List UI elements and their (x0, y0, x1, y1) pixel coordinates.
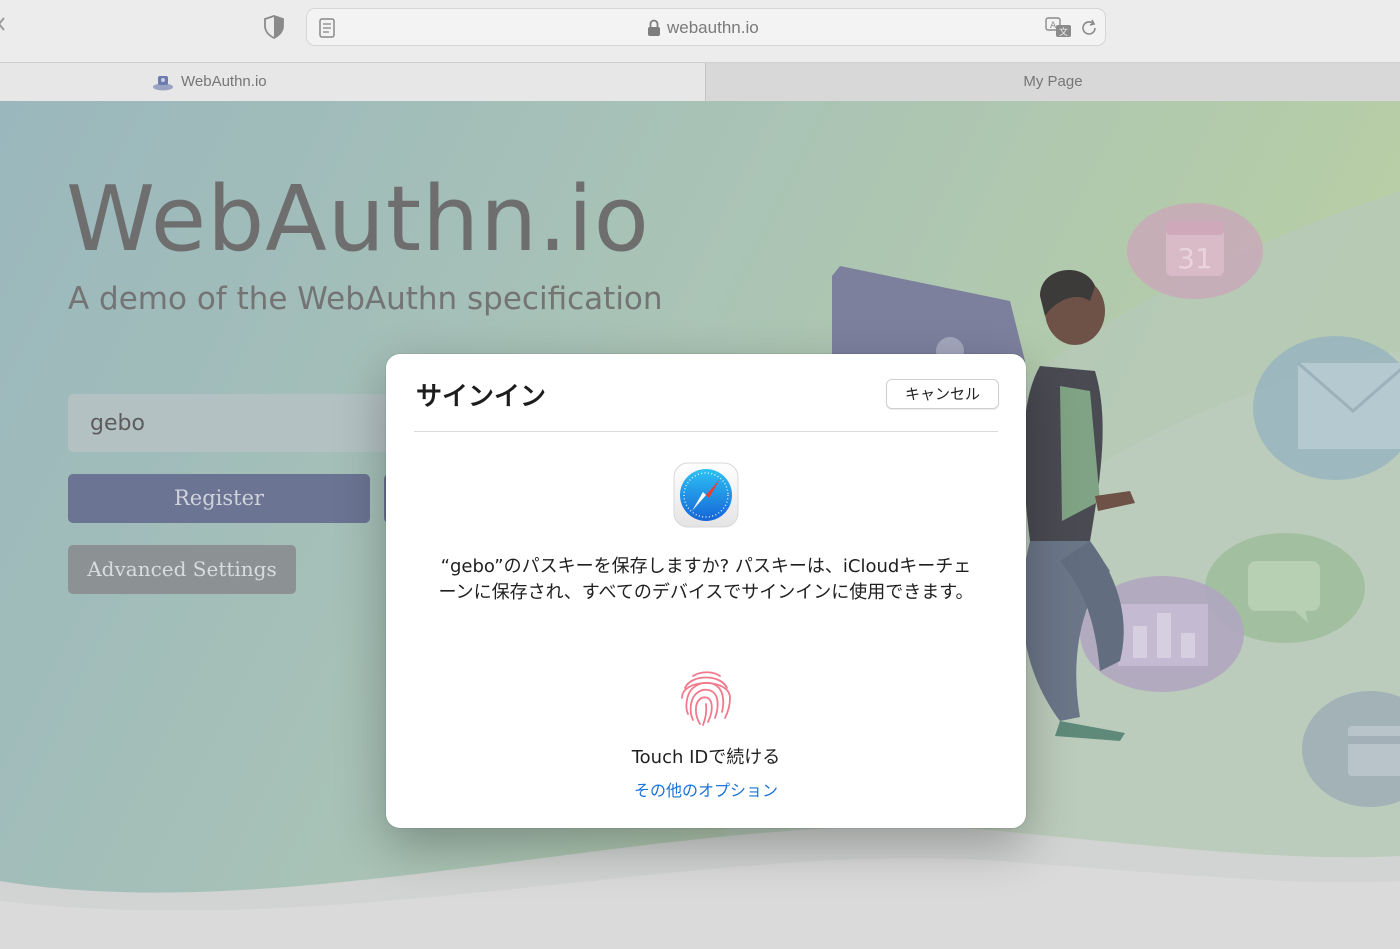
reload-icon[interactable] (1079, 18, 1099, 38)
safari-icon (673, 462, 739, 528)
webauthn-favicon-icon (153, 76, 173, 91)
advanced-settings-button[interactable]: Advanced Settings (68, 545, 296, 594)
tab-bar: WebAuthn.io My Page (0, 62, 1400, 101)
address-bar[interactable]: webauthn.io A 文 (306, 8, 1106, 46)
touch-id-label: Touch IDで続ける (631, 747, 781, 768)
url-text: webauthn.io (667, 18, 759, 37)
username-input[interactable] (68, 394, 398, 452)
svg-text:31: 31 (1177, 242, 1213, 275)
tab-label: My Page (1023, 73, 1083, 90)
lock-icon (648, 19, 660, 36)
tab-my-page[interactable]: My Page (705, 63, 1400, 101)
touch-id-fingerprint-icon[interactable] (673, 664, 739, 730)
register-button[interactable]: Register (68, 474, 370, 523)
site-title: WebAuthn.io (66, 167, 650, 272)
cancel-button[interactable]: キャンセル (886, 379, 999, 409)
passkey-signin-dialog: サインイン キャンセル “gebo”のパスキーを保存しますか? パスキーは、iC… (386, 354, 1026, 828)
reader-view-icon[interactable] (319, 18, 335, 38)
svg-text:文: 文 (1059, 26, 1068, 38)
calendar-bubble-icon: 31 (1127, 203, 1263, 299)
dialog-title: サインイン (416, 382, 547, 412)
back-arrow-icon[interactable] (0, 16, 6, 32)
dialog-message: “gebo”のパスキーを保存しますか? パスキーは、iCloudキーチェーンに保… (438, 556, 974, 603)
tab-webauthn[interactable]: WebAuthn.io (0, 63, 705, 101)
tab-label: WebAuthn.io (181, 73, 267, 90)
other-options-link[interactable]: その他のオプション (386, 777, 1026, 801)
divider (414, 431, 998, 432)
translate-icon[interactable]: A 文 (1045, 17, 1073, 39)
svg-text:A: A (1050, 21, 1057, 31)
privacy-shield-icon[interactable] (262, 14, 286, 40)
site-subtitle: A demo of the WebAuthn specification (68, 281, 663, 317)
browser-toolbar: webauthn.io A 文 (0, 0, 1400, 62)
